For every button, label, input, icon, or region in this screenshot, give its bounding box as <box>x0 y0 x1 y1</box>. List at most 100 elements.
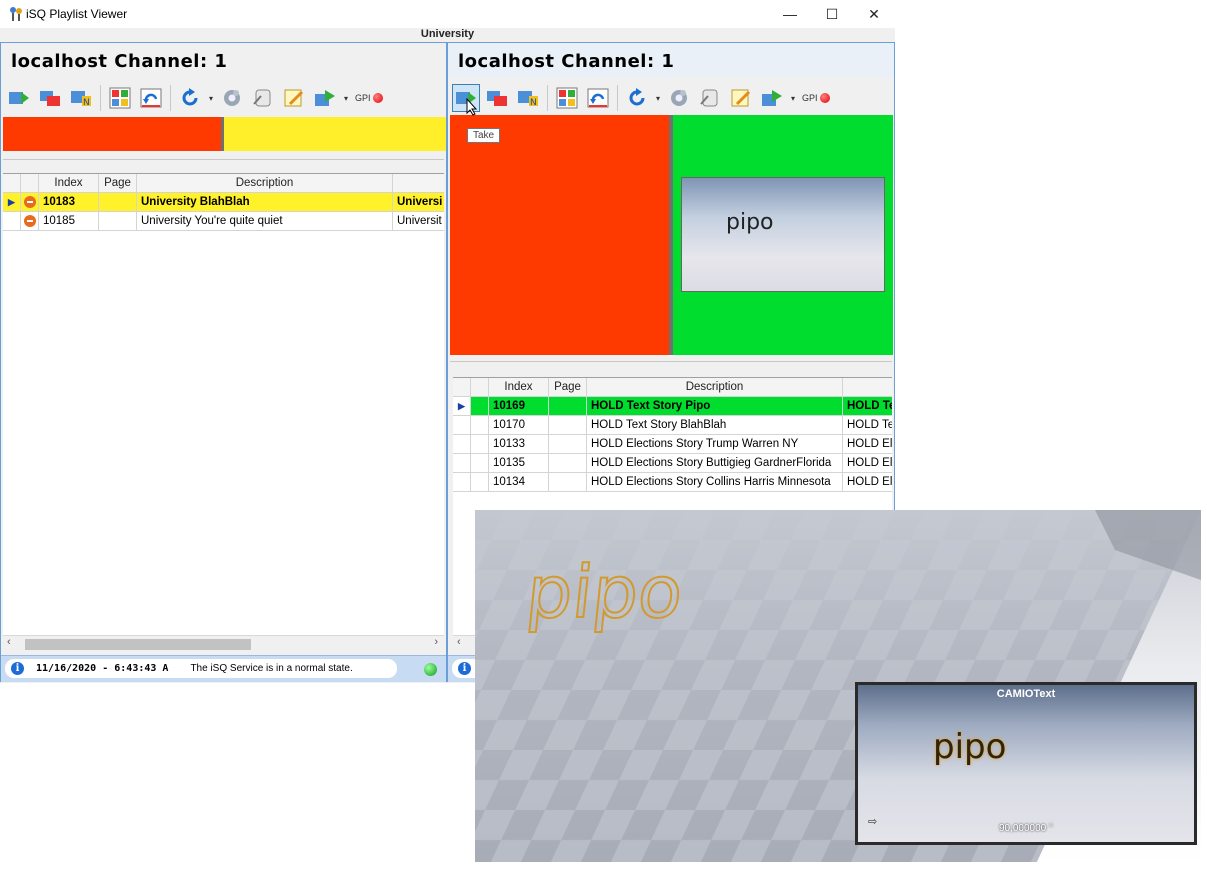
cue-icon <box>487 91 507 106</box>
row-description: HOLD Elections Story Collins Harris Minn… <box>587 473 843 491</box>
gpi-status-dot-icon <box>819 93 830 103</box>
horizontal-scrollbar[interactable]: ‹ › <box>3 635 444 652</box>
next-button[interactable]: N <box>67 84 95 112</box>
edit-button[interactable] <box>280 84 308 112</box>
column-header-index[interactable]: Index <box>39 174 99 192</box>
camera-text: pipo <box>933 727 1007 767</box>
row-extra: HOLD Te <box>847 419 892 431</box>
scroll-right-icon[interactable]: › <box>434 636 438 648</box>
refresh-button[interactable] <box>176 84 204 112</box>
status-bar: i 11/16/2020 - 6:43:43 A The iSQ Service… <box>1 655 446 682</box>
table-row[interactable]: 10135 HOLD Elections Story Buttigieg Gar… <box>453 454 892 473</box>
row-extra: Universit <box>397 215 442 227</box>
status-box: i 11/16/2020 - 6:43:43 A The iSQ Service… <box>5 659 397 678</box>
column-header-extra[interactable] <box>843 378 892 396</box>
service-status-icon <box>424 663 437 676</box>
app-icon <box>8 6 24 22</box>
gpi-indicator: GPI <box>355 93 383 103</box>
table-row[interactable]: ▶ 10169 HOLD Text Story Pipo HOLD Te <box>453 397 892 416</box>
playlist-grid: Index Page Description ▶ 10183 Universit… <box>3 173 444 636</box>
column-header-page[interactable]: Page <box>549 378 587 396</box>
clear-button[interactable] <box>137 84 165 112</box>
row-index: 10183 <box>39 193 99 211</box>
next-icon: N <box>518 91 538 108</box>
column-header-index[interactable]: Index <box>489 378 549 396</box>
toolbar-separator <box>100 85 101 111</box>
scroll-thumb[interactable] <box>25 639 251 650</box>
scroll-left-icon[interactable]: ‹ <box>457 636 461 648</box>
script-button[interactable] <box>249 84 277 112</box>
table-row[interactable]: 10134 HOLD Elections Story Collins Harri… <box>453 473 892 492</box>
export-icon <box>315 90 335 106</box>
take-button[interactable] <box>5 84 33 112</box>
edit-button[interactable] <box>727 84 755 112</box>
layout-button[interactable] <box>553 84 581 112</box>
output-preview: pipo <box>673 115 893 355</box>
scroll-left-icon[interactable]: ‹ <box>7 636 11 648</box>
toolbar: N ▾ ▾ GPI <box>5 81 383 115</box>
pencil-note-icon <box>284 89 304 107</box>
camera-rotation-readout: 90,000000 ° <box>998 823 1054 834</box>
preview-thumbnail: pipo <box>681 177 885 292</box>
window-title: iSQ Playlist Viewer <box>26 7 128 21</box>
clear-icon <box>587 88 609 108</box>
status-message: The iSQ Service is in a normal state. <box>190 663 353 674</box>
refresh-dropdown-icon[interactable]: ▾ <box>654 94 662 103</box>
row-index: 10134 <box>489 473 549 491</box>
row-description: HOLD Elections Story Trump Warren NY <box>587 435 843 453</box>
row-description: HOLD Text Story Pipo <box>587 397 843 415</box>
scene-3d-text: pipo <box>522 549 688 635</box>
table-row[interactable]: 10133 HOLD Elections Story Trump Warren … <box>453 435 892 454</box>
row-description: HOLD Elections Story Buttigieg GardnerFl… <box>587 454 843 472</box>
column-header-description[interactable]: Description <box>587 378 843 396</box>
svg-text:N: N <box>530 98 537 108</box>
export-button[interactable] <box>311 84 339 112</box>
row-index: 10135 <box>489 454 549 472</box>
row-index: 10133 <box>489 435 549 453</box>
cue-button[interactable] <box>36 84 64 112</box>
table-row[interactable]: 10185 University You're quite quiet Univ… <box>3 212 444 231</box>
export-dropdown-icon[interactable]: ▾ <box>342 94 350 103</box>
export-button[interactable] <box>758 84 786 112</box>
clear-icon <box>140 88 162 108</box>
layout-button[interactable] <box>106 84 134 112</box>
row-index: 10185 <box>39 212 99 230</box>
toolbar: N ▾ ▾ GPI <box>452 81 830 115</box>
script-button[interactable] <box>696 84 724 112</box>
row-page <box>99 193 137 211</box>
export-dropdown-icon[interactable]: ▾ <box>789 94 797 103</box>
row-extra: HOLD El <box>847 438 892 450</box>
mouse-cursor-icon <box>466 98 478 116</box>
column-header-description[interactable]: Description <box>137 174 393 192</box>
clear-button[interactable] <box>584 84 612 112</box>
current-row-arrow-icon: ▶ <box>453 397 471 415</box>
cue-icon <box>40 91 60 106</box>
svg-text:N: N <box>83 98 90 108</box>
maximize-button[interactable]: ☐ <box>810 0 854 28</box>
script-icon <box>700 89 718 107</box>
column-header-page[interactable]: Page <box>99 174 137 192</box>
column-header-extra[interactable] <box>393 174 444 192</box>
stop-icon <box>23 196 36 208</box>
row-description: University BlahBlah <box>137 193 393 211</box>
table-row[interactable]: ▶ 10183 University BlahBlah Universi <box>3 193 444 212</box>
info-icon: i <box>11 662 24 675</box>
table-row[interactable]: 10170 HOLD Text Story BlahBlah HOLD Te <box>453 416 892 435</box>
row-index: 10169 <box>489 397 549 415</box>
close-button[interactable]: ✕ <box>852 0 896 28</box>
export-icon <box>762 90 782 106</box>
next-icon: N <box>71 91 91 108</box>
grid-layout-icon <box>109 87 131 109</box>
cue-button[interactable] <box>483 84 511 112</box>
refresh-icon <box>182 88 198 106</box>
next-button[interactable]: N <box>514 84 542 112</box>
script-icon <box>253 89 271 107</box>
refresh-button[interactable] <box>623 84 651 112</box>
settings-button[interactable] <box>218 84 246 112</box>
row-page <box>549 416 587 434</box>
minimize-button[interactable]: — <box>768 0 812 28</box>
title-bar <box>0 0 895 28</box>
refresh-dropdown-icon[interactable]: ▾ <box>207 94 215 103</box>
toolbar-separator <box>170 85 171 111</box>
settings-button[interactable] <box>665 84 693 112</box>
